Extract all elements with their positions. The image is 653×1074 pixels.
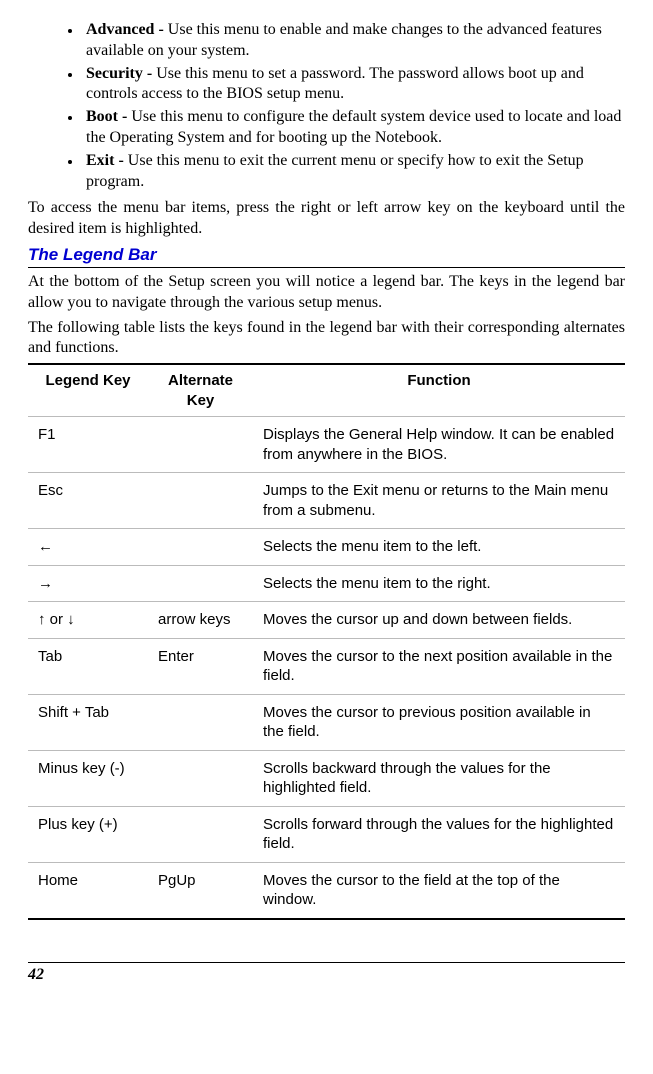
cell-fn: Jumps to the Exit menu or returns to the…	[253, 473, 625, 529]
table-row: Shift + Tab Moves the cursor to previous …	[28, 694, 625, 750]
cell-fn: Moves the cursor to previous position av…	[253, 694, 625, 750]
bullet-boot: Boot - Use this menu to configure the de…	[82, 107, 625, 149]
cell-key: ↑ or ↓	[28, 602, 148, 639]
cell-alt	[148, 565, 253, 602]
cell-alt: Enter	[148, 638, 253, 694]
cell-key: Plus key (+)	[28, 806, 148, 862]
bullet-name: Boot -	[86, 108, 131, 125]
table-header-row: Legend Key Alternate Key Function	[28, 364, 625, 417]
access-instruction: To access the menu bar items, press the …	[28, 198, 625, 240]
cell-fn: Moves the cursor to the field at the top…	[253, 862, 625, 919]
header-alternate-key: Alternate Key	[148, 364, 253, 417]
header-function: Function	[253, 364, 625, 417]
table-row: ← Selects the menu item to the left.	[28, 529, 625, 566]
cell-fn: Scrolls forward through the values for t…	[253, 806, 625, 862]
cell-fn: Selects the menu item to the right.	[253, 565, 625, 602]
section-divider	[28, 267, 625, 268]
bullet-desc: Use this menu to exit the current menu o…	[86, 152, 584, 190]
cell-fn: Scrolls backward through the values for …	[253, 750, 625, 806]
cell-alt	[148, 417, 253, 473]
cell-alt: PgUp	[148, 862, 253, 919]
section-title-legend-bar: The Legend Bar	[28, 244, 625, 266]
legend-intro-2: The following table lists the keys found…	[28, 318, 625, 360]
bullet-advanced: Advanced - Use this menu to enable and m…	[82, 20, 625, 62]
menu-bullet-list: Advanced - Use this menu to enable and m…	[28, 20, 625, 192]
bullet-name: Exit -	[86, 152, 128, 169]
cell-key: Home	[28, 862, 148, 919]
bullet-exit: Exit - Use this menu to exit the current…	[82, 151, 625, 193]
legend-intro-1: At the bottom of the Setup screen you wi…	[28, 272, 625, 314]
cell-fn: Displays the General Help window. It can…	[253, 417, 625, 473]
table-row: Esc Jumps to the Exit menu or returns to …	[28, 473, 625, 529]
header-legend-key: Legend Key	[28, 364, 148, 417]
cell-alt: arrow keys	[148, 602, 253, 639]
legend-table: Legend Key Alternate Key Function F1 Disp…	[28, 363, 625, 920]
cell-key: Minus key (-)	[28, 750, 148, 806]
bullet-desc: Use this menu to configure the default s…	[86, 108, 621, 146]
bullet-name: Security -	[86, 65, 156, 82]
table-row: HomePgUpMoves the cursor to the field at…	[28, 862, 625, 919]
cell-key: ←	[28, 529, 148, 566]
cell-key: Tab	[28, 638, 148, 694]
cell-alt	[148, 806, 253, 862]
cell-key: Shift + Tab	[28, 694, 148, 750]
table-row: Minus key (-) Scrolls backward through th…	[28, 750, 625, 806]
cell-alt	[148, 529, 253, 566]
table-row: F1 Displays the General Help window. It c…	[28, 417, 625, 473]
cell-key: F1	[28, 417, 148, 473]
cell-alt	[148, 473, 253, 529]
table-row: TabEnterMoves the cursor to the next pos…	[28, 638, 625, 694]
page-footer: 42	[28, 962, 625, 986]
table-row: Plus key (+) Scrolls forward through the …	[28, 806, 625, 862]
table-row: → Selects the menu item to the right.	[28, 565, 625, 602]
cell-key: →	[28, 565, 148, 602]
bullet-desc: Use this menu to set a password. The pas…	[86, 65, 584, 103]
cell-fn: Selects the menu item to the left.	[253, 529, 625, 566]
cell-alt	[148, 750, 253, 806]
cell-alt	[148, 694, 253, 750]
page-number: 42	[28, 966, 44, 983]
cell-key: Esc	[28, 473, 148, 529]
cell-fn: Moves the cursor to the next position av…	[253, 638, 625, 694]
table-row: ↑ or ↓arrow keysMoves the cursor up and …	[28, 602, 625, 639]
bullet-security: Security - Use this menu to set a passwo…	[82, 64, 625, 106]
bullet-name: Advanced -	[86, 21, 168, 38]
cell-fn: Moves the cursor up and down between fie…	[253, 602, 625, 639]
